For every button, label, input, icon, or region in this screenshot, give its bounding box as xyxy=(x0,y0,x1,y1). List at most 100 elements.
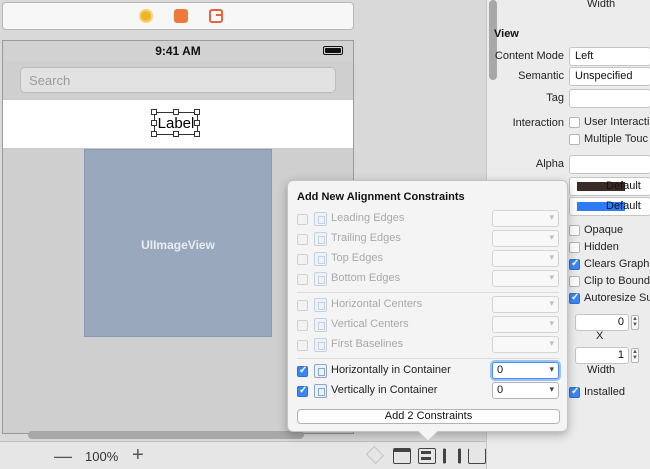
top-edges-icon xyxy=(314,252,327,266)
autoresize-subviews-label: Autoresize Su xyxy=(584,292,650,304)
view-controller-icon[interactable] xyxy=(139,9,153,23)
stretch-width-stepper[interactable]: ▲ ▼ xyxy=(631,348,639,363)
bottom-edges-checkbox[interactable] xyxy=(297,274,308,285)
vertical-centers-value[interactable] xyxy=(492,316,559,333)
resize-handle-top-left[interactable] xyxy=(151,109,157,115)
tint-color-select[interactable]: Default xyxy=(569,197,650,216)
vertically-in-container-value[interactable]: 0 xyxy=(492,382,559,399)
multiple-touch-checkbox[interactable] xyxy=(569,134,580,145)
horizontal-centers-label: Horizontal Centers xyxy=(331,298,423,310)
first-baselines-checkbox[interactable] xyxy=(297,340,308,351)
popover-separator xyxy=(297,358,559,359)
horizontal-centers-row: Horizontal Centers xyxy=(297,296,559,314)
resize-handle-top-right[interactable] xyxy=(194,109,200,115)
resize-handle-top[interactable] xyxy=(173,109,179,115)
multiple-touch-label: Multiple Touc xyxy=(584,133,648,145)
label-text: Label xyxy=(157,115,195,132)
vertically-in-container-checkbox[interactable] xyxy=(297,385,308,397)
label-container: Label xyxy=(3,99,353,149)
content-mode-select[interactable]: Left xyxy=(569,47,650,66)
stretch-x-caption: X xyxy=(596,330,604,342)
vertically-in-container-icon xyxy=(314,384,327,398)
semantic-label: Semantic xyxy=(518,70,564,82)
horizontally-in-container-label: Horizontally in Container xyxy=(331,364,451,376)
installed-checkbox[interactable] xyxy=(569,386,580,398)
top-width-caption: Width xyxy=(587,0,616,10)
status-bar: 9:41 AM xyxy=(3,41,353,61)
resolve-issues-icon[interactable] xyxy=(468,448,486,464)
horizontally-in-container-checkbox[interactable] xyxy=(297,365,308,377)
popover-title: Add New Alignment Constraints xyxy=(297,191,465,203)
search-bar[interactable]: Search xyxy=(20,67,336,93)
horizontally-in-container-value[interactable]: 0 xyxy=(492,362,559,379)
vertically-in-container-label: Vertically in Container xyxy=(331,384,438,396)
zoom-out-button[interactable]: — xyxy=(54,446,72,467)
trailing-edges-icon xyxy=(314,232,327,246)
clears-graphics-label: Clears Graphi xyxy=(584,258,650,270)
trailing-edges-checkbox[interactable] xyxy=(297,234,308,245)
horizontally-in-container-icon xyxy=(314,364,327,378)
semantic-select[interactable]: Unspecified xyxy=(569,67,650,86)
resize-handle-left[interactable] xyxy=(151,120,157,126)
leading-edges-value[interactable] xyxy=(492,210,559,227)
exit-icon[interactable] xyxy=(209,9,223,23)
resize-handle-bottom[interactable] xyxy=(173,131,179,137)
opaque-label: Opaque xyxy=(584,224,624,236)
user-interaction-checkbox[interactable] xyxy=(569,117,580,128)
bottom-edges-icon xyxy=(314,272,327,286)
inspector-section-view: View xyxy=(494,28,519,40)
embed-in-stack-icon[interactable] xyxy=(393,448,411,464)
horizontal-centers-icon xyxy=(314,298,327,312)
canvas-vertical-scrollbar[interactable] xyxy=(489,0,497,80)
trailing-edges-value[interactable] xyxy=(492,230,559,247)
clears-graphics-checkbox[interactable] xyxy=(569,258,580,270)
hidden-checkbox[interactable] xyxy=(569,242,580,253)
alpha-input[interactable] xyxy=(569,155,650,174)
top-edges-value[interactable] xyxy=(492,250,559,267)
first-baselines-icon xyxy=(314,338,327,352)
resize-handle-bottom-left[interactable] xyxy=(151,131,157,137)
tag-input[interactable] xyxy=(569,89,650,108)
image-view[interactable]: UIImageView xyxy=(84,149,272,337)
align-icon[interactable] xyxy=(418,448,436,464)
tag-label: Tag xyxy=(546,92,564,104)
vertical-centers-label: Vertical Centers xyxy=(331,318,409,330)
horizontal-scrollbar[interactable] xyxy=(28,431,304,439)
top-edges-checkbox[interactable] xyxy=(297,254,308,265)
first-baselines-row: First Baselines xyxy=(297,336,559,354)
first-baselines-label: First Baselines xyxy=(331,338,404,350)
update-frames-icon[interactable] xyxy=(365,445,385,465)
trailing-edges-label: Trailing Edges xyxy=(331,232,401,244)
scene-dock xyxy=(2,2,354,30)
bottom-edges-value[interactable] xyxy=(492,270,559,287)
vertically-in-container-row: Vertically in Container 0 xyxy=(297,382,559,400)
top-edges-row: Top Edges xyxy=(297,250,559,268)
selected-label[interactable]: Label xyxy=(151,109,200,137)
vertical-centers-row: Vertical Centers xyxy=(297,316,559,334)
stretch-width-input[interactable]: 1 xyxy=(575,347,629,364)
leading-edges-icon xyxy=(314,212,327,226)
add-constraints-icon[interactable] xyxy=(443,448,461,464)
leading-edges-label: Leading Edges xyxy=(331,212,405,224)
canvas-bottom-bar: — 100% + xyxy=(0,441,486,469)
horizontal-centers-value[interactable] xyxy=(492,296,559,313)
first-responder-icon[interactable] xyxy=(174,9,188,23)
add-constraints-button[interactable]: Add 2 Constraints xyxy=(297,409,560,424)
installed-label: Installed xyxy=(584,386,625,398)
trailing-edges-row: Trailing Edges xyxy=(297,230,559,248)
resize-handle-right[interactable] xyxy=(194,120,200,126)
zoom-in-button[interactable]: + xyxy=(132,444,144,467)
horizontally-in-container-row: Horizontally in Container 0 xyxy=(297,362,559,380)
opaque-checkbox[interactable] xyxy=(569,225,580,236)
resize-handle-bottom-right[interactable] xyxy=(194,131,200,137)
background-color-select[interactable]: Default xyxy=(569,177,650,196)
stretch-x-stepper[interactable]: ▲ ▼ xyxy=(631,315,639,330)
leading-edges-checkbox[interactable] xyxy=(297,214,308,225)
top-edges-label: Top Edges xyxy=(331,252,383,264)
vertical-centers-checkbox[interactable] xyxy=(297,320,308,331)
first-baselines-value[interactable] xyxy=(492,336,559,353)
stretch-x-input[interactable]: 0 xyxy=(575,314,629,331)
clip-to-bounds-checkbox[interactable] xyxy=(569,276,580,287)
autoresize-subviews-checkbox[interactable] xyxy=(569,292,580,304)
horizontal-centers-checkbox[interactable] xyxy=(297,300,308,311)
